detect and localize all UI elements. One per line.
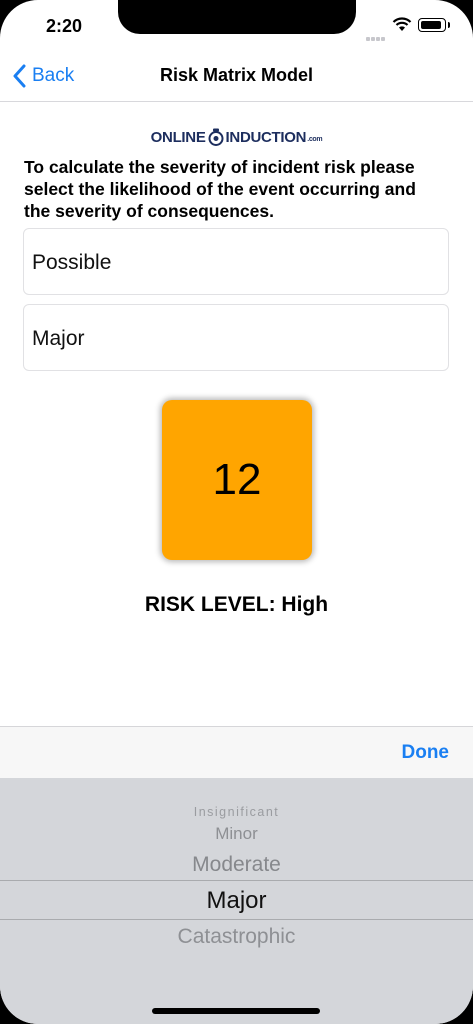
likelihood-field[interactable]: Possible [23,228,449,295]
phone-screen: 2:20 Back Risk Matrix Model ONLINE INDUC… [0,0,473,1024]
done-button[interactable]: Done [402,742,450,764]
picker-option-major[interactable]: Major [0,887,473,915]
picker-selection-bottom-line [0,919,473,920]
consequence-field[interactable]: Major [23,304,449,371]
wifi-icon [392,17,412,31]
notch [118,0,356,34]
picker-option-moderate[interactable]: Moderate [0,853,473,877]
picker-option-insignificant[interactable]: Insignificant [0,805,473,819]
status-time: 2:20 [46,16,83,36]
picker-option-minor[interactable]: Minor [0,824,473,844]
battery-icon [418,18,450,32]
online-induction-logo: ONLINE INDUCTION .com [0,128,473,148]
risk-score-value: 12 [212,455,262,504]
picker-selection-top-line [0,880,473,881]
logo-text-left: ONLINE [150,128,206,146]
risk-score-tile: 12 [162,400,312,560]
likelihood-value: Possible [32,251,112,274]
status-bar: 2:20 [0,0,473,50]
logo-suffix: .com [307,136,323,143]
risk-level-text: RISK LEVEL: High [144,593,329,616]
instructions-text: To calculate the severity of incident ri… [24,157,416,221]
consequence-picker[interactable]: Insignificant Minor Moderate Major Catas… [0,778,473,1024]
padlock-logo-icon [208,128,224,146]
page-title: Risk Matrix Model [159,65,314,85]
consequence-value: Major [32,327,85,350]
navigation-bar: Back Risk Matrix Model [0,50,473,102]
picker-option-catastrophic[interactable]: Catastrophic [0,925,473,949]
cellular-signal-icon [366,28,386,46]
picker-toolbar: Done [0,726,473,779]
home-indicator[interactable] [152,1008,320,1014]
logo-text-right: INDUCTION [225,128,307,146]
